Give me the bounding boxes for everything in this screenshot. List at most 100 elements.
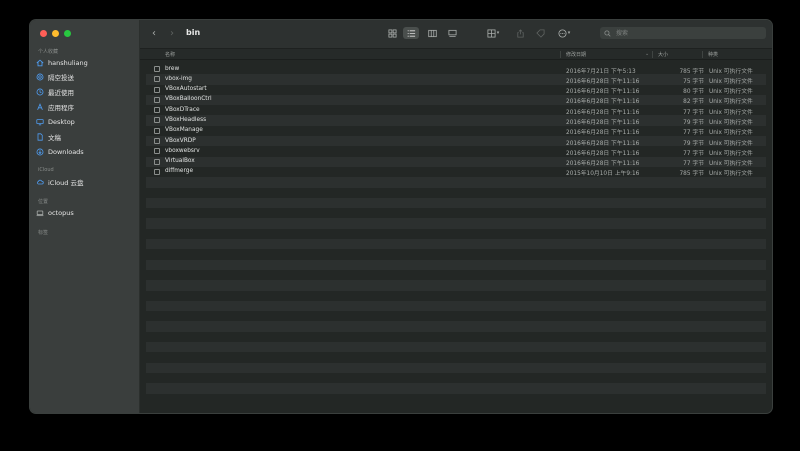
sidebar: 个人收藏 hanshuliang 隔空投送 最近使用 应用程序 Desktop … [30, 20, 140, 413]
file-name: VBoxManage [165, 127, 203, 134]
sidebar-item-home[interactable]: hanshuliang [36, 57, 88, 68]
file-kind: Unix 可执行文件 [709, 78, 753, 85]
file-size: 77 字节 [683, 150, 704, 157]
column-divider[interactable] [702, 51, 703, 58]
window-title: bin [186, 28, 201, 37]
sidebar-item-label: octopus [48, 208, 74, 217]
sidebar-item-octopus[interactable]: octopus [36, 207, 74, 218]
file-date: 2016年7月21日 下午5:13 [566, 68, 636, 75]
file-size: 77 字节 [683, 161, 704, 168]
column-header-date[interactable]: 修改日期 [566, 51, 586, 58]
search-input[interactable] [614, 28, 758, 38]
sidebar-item-applications[interactable]: 应用程序 [36, 101, 74, 112]
file-icon [154, 107, 160, 114]
chevron-down-icon: ▾ [567, 30, 571, 36]
column-header-size[interactable]: 大小 [658, 51, 668, 58]
file-size: 77 字节 [683, 130, 704, 137]
sidebar-item-desktop[interactable]: Desktop [36, 116, 75, 127]
empty-row [146, 270, 766, 280]
file-kind: Unix 可执行文件 [709, 171, 753, 178]
file-row[interactable]: VBoxHeadless 2016年6月28日 下午11:16 79 字节 Unix … [146, 115, 766, 126]
list-view-button[interactable] [403, 27, 419, 39]
file-row[interactable]: VBoxVRDP 2016年6月28日 下午11:16 79 字节 Unix 可执行文… [146, 136, 766, 147]
sidebar-item-icloud-drive[interactable]: iCloud 云盘 [36, 176, 83, 187]
file-date: 2015年10月10日 上午9:16 [566, 171, 640, 178]
group-grid-icon [487, 28, 496, 38]
group-by-button[interactable]: ▾ [482, 27, 504, 39]
file-name: vbox-img [165, 75, 192, 82]
share-icon [516, 28, 524, 38]
file-name: VBoxAutostart [165, 86, 207, 93]
column-header-kind[interactable]: 种类 [708, 51, 718, 58]
file-size: 75 字节 [683, 78, 704, 85]
file-row[interactable]: vbox-img 2016年6月28日 下午11:16 75 字节 Unix 可执行文… [146, 74, 766, 85]
sidebar-item-label: iCloud 云盘 [48, 178, 84, 187]
file-row[interactable]: diffmerge 2015年10月10日 上午9:16 785 字节 Unix 可执… [146, 167, 766, 177]
empty-row [146, 229, 766, 239]
file-row[interactable]: brew 2016年7月21日 下午5:13 785 字节 Unix 可执行文件 [146, 64, 766, 75]
columns-icon [427, 29, 437, 37]
search-field[interactable] [600, 27, 766, 39]
sidebar-item-label: Downloads [48, 147, 84, 156]
icon-view-button[interactable] [384, 27, 400, 39]
file-kind: Unix 可执行文件 [709, 119, 753, 126]
sidebar-item-label: Desktop [48, 117, 75, 126]
action-menu-button[interactable]: ▾ [553, 27, 575, 39]
file-icon [154, 148, 160, 155]
file-name: VBoxDTrace [165, 106, 200, 113]
column-divider[interactable] [560, 51, 561, 58]
file-date: 2016年6月28日 下午11:16 [566, 109, 640, 116]
toolbar: ‹ › bin ▾ ▾ 搜索 [140, 20, 772, 49]
file-date: 2016年6月28日 下午11:16 [566, 140, 640, 147]
file-kind: Unix 可执行文件 [709, 161, 753, 168]
minimize-button[interactable] [52, 30, 59, 37]
sidebar-item-recents[interactable]: 最近使用 [36, 86, 74, 97]
download-icon [36, 148, 44, 156]
file-size: 785 字节 [679, 68, 704, 75]
column-headers: 名称 修改日期 ⌄ 大小 种类 [140, 49, 772, 60]
file-row[interactable]: VBoxBalloonCtrl 2016年6月28日 下午11:16 82 字节 Un… [146, 94, 766, 105]
column-header-name[interactable]: 名称 [165, 51, 175, 58]
file-name: VirtualBox [165, 158, 195, 165]
file-date: 2016年6月28日 下午11:16 [566, 119, 640, 126]
back-button[interactable]: ‹ [148, 27, 160, 39]
main-pane: ‹ › bin ▾ ▾ 搜索 名称 修改日期 ⌄ 大小 种类 brew 2016… [140, 20, 772, 413]
sidebar-section-tags: 标签 [38, 230, 49, 236]
empty-row [146, 300, 766, 312]
sidebar-item-label: 应用程序 [48, 103, 74, 112]
empty-row [146, 218, 766, 229]
sidebar-section-favorites: 个人收藏 [38, 49, 59, 55]
column-view-button[interactable] [424, 27, 440, 39]
file-icon [154, 66, 160, 72]
column-divider[interactable] [652, 51, 653, 58]
ellipsis-circle-icon [558, 28, 567, 38]
forward-button[interactable]: › [166, 27, 178, 39]
tag-icon [535, 28, 545, 38]
file-date: 2016年6月28日 下午11:16 [566, 150, 640, 157]
gallery-view-button[interactable] [444, 27, 460, 39]
grid-icon [387, 28, 397, 38]
cloud-icon [36, 178, 44, 186]
share-button[interactable] [512, 27, 528, 39]
file-row[interactable]: VirtualBox 2016年6月28日 下午11:16 77 字节 Unix 可执… [146, 156, 766, 168]
zoom-button[interactable] [64, 30, 71, 37]
file-kind: Unix 可执行文件 [709, 109, 753, 116]
file-icon [154, 138, 160, 145]
file-row[interactable]: VBoxDTrace 2016年6月28日 下午11:16 77 字节 Unix 可执… [146, 105, 766, 116]
clock-icon [36, 88, 44, 96]
tag-button[interactable] [532, 27, 548, 39]
computer-icon [36, 209, 44, 217]
sidebar-item-airdrop[interactable]: 隔空投送 [36, 71, 74, 82]
file-row[interactable]: vboxwebsrv 2016年6月28日 下午11:16 77 字节 Unix 可执… [146, 146, 766, 157]
file-date: 2016年6月28日 下午11:16 [566, 78, 640, 85]
close-button[interactable] [40, 30, 47, 37]
window-controls [40, 30, 71, 37]
file-row[interactable]: VBoxAutostart 2016年6月28日 下午11:16 80 字节 Unix… [146, 85, 766, 95]
file-date: 2016年6月28日 下午11:16 [566, 89, 640, 96]
file-kind: Unix 可执行文件 [709, 140, 753, 147]
file-row[interactable]: VBoxManage 2016年6月28日 下午11:16 77 字节 Unix 可执… [146, 126, 766, 136]
sidebar-item-documents[interactable]: 文稿 [36, 131, 61, 142]
sidebar-item-downloads[interactable]: Downloads [36, 146, 84, 157]
file-date: 2016年6月28日 下午11:16 [566, 130, 640, 137]
empty-row [146, 188, 766, 198]
